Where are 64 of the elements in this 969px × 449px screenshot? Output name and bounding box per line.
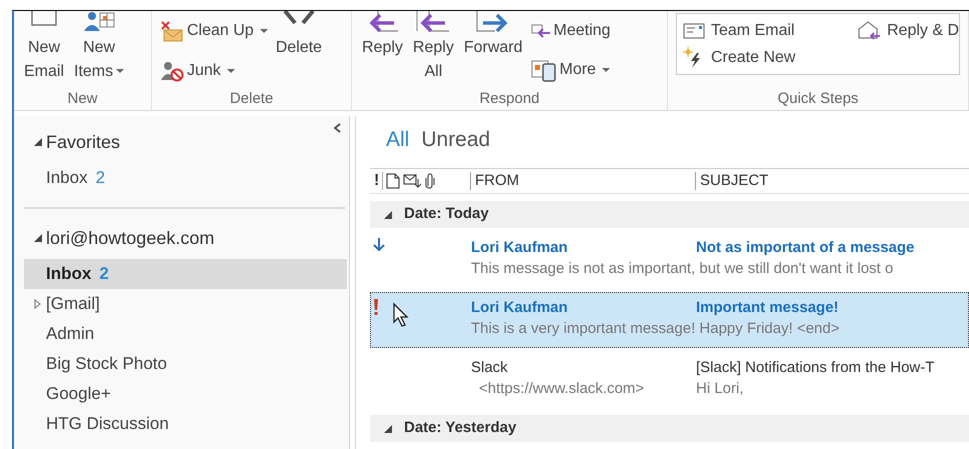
document-icon bbox=[386, 173, 400, 189]
quick-step-button[interactable]: Reply & D bbox=[857, 17, 960, 44]
group-label: New bbox=[67, 90, 98, 108]
ribbon-button[interactable]: New Email bbox=[22, 11, 66, 90]
sender-name: Lori Kaufman bbox=[471, 239, 568, 256]
group-label: Quick Steps bbox=[778, 90, 858, 108]
filter-tab[interactable]: Unread bbox=[421, 124, 490, 156]
group-header[interactable]: Date: Yesterday bbox=[370, 415, 969, 442]
folder-item[interactable]: Admin bbox=[24, 319, 347, 349]
person-block-icon bbox=[160, 60, 184, 82]
folder-item[interactable]: Google+ bbox=[24, 379, 347, 409]
column-header[interactable]: SUBJECT bbox=[700, 172, 768, 189]
message-subject: Important message! bbox=[696, 299, 839, 316]
column-header[interactable]: FROM bbox=[475, 172, 520, 189]
unread-count: 2 bbox=[99, 263, 109, 286]
delete-x-icon bbox=[282, 11, 315, 25]
folder-item[interactable]: Inbox 2 bbox=[24, 163, 347, 193]
sender-name: Lori Kaufman bbox=[471, 299, 568, 316]
folder-item[interactable]: HTG Discussion bbox=[24, 409, 347, 439]
filter-tab[interactable]: All bbox=[386, 124, 410, 156]
message-preview: Hi Lori, bbox=[696, 380, 744, 397]
people-calendar-icon bbox=[82, 11, 116, 33]
ribbon-button[interactable]: Reply bbox=[360, 11, 405, 90]
mouse-cursor-icon bbox=[392, 302, 410, 328]
message-row[interactable]: Lori Kaufman Not as important of a message This message is not as important, but we still don't want it lost o bbox=[370, 232, 969, 288]
ribbon-button[interactable]: Reply All bbox=[410, 11, 456, 90]
folder-item[interactable]: Inbox 2 bbox=[24, 259, 347, 289]
message-preview: This is a very important message! Happy Friday! <end> bbox=[471, 319, 840, 339]
importance-header[interactable]: ! bbox=[374, 172, 384, 190]
sender-address: <https://www.slack.com> bbox=[479, 380, 644, 397]
ribbon-button[interactable]: Forward bbox=[462, 11, 524, 90]
message-row[interactable]: Slack [Slack] Notifications from the How-T <https://www.slack.com> Hi Lori, bbox=[370, 352, 969, 408]
reply-all-arrow-icon bbox=[415, 11, 452, 35]
section-header[interactable]: Favorites bbox=[24, 129, 120, 155]
quick-step-button[interactable]: Create New bbox=[683, 44, 851, 71]
ribbon-button[interactable]: Delete bbox=[274, 11, 324, 90]
group-header[interactable]: Date: Today bbox=[370, 201, 969, 228]
ribbon-button[interactable]: Meeting bbox=[530, 12, 610, 42]
ribbon-button[interactable]: Clean Up bbox=[160, 12, 268, 42]
expand-triangle-icon bbox=[34, 299, 41, 309]
ribbon-button[interactable]: Junk bbox=[160, 52, 268, 82]
quick-step-button[interactable]: Team Email bbox=[683, 17, 851, 44]
paperclip-icon bbox=[424, 173, 436, 189]
envelope-x-icon bbox=[160, 20, 184, 42]
envelope-icon bbox=[683, 22, 705, 38]
group-label: Delete bbox=[230, 90, 274, 108]
phone-window-icon bbox=[530, 58, 556, 82]
envelope-icon bbox=[30, 11, 58, 29]
message-row[interactable]: Lori Kaufman Important message! This is a very important message! Happy Friday! <end> bbox=[370, 292, 969, 348]
envelope-arrow-icon bbox=[857, 20, 881, 40]
meeting-reply-icon bbox=[530, 24, 550, 38]
group-label: Respond bbox=[479, 90, 540, 108]
folder-item[interactable]: Big Stock Photo bbox=[24, 349, 347, 379]
folder-item[interactable]: [Gmail] bbox=[24, 289, 347, 319]
ribbon-button[interactable]: New Items bbox=[72, 11, 126, 90]
unread-count: 2 bbox=[96, 167, 106, 190]
envelope-arrow-icon bbox=[403, 173, 422, 189]
sender-name: Slack bbox=[471, 359, 508, 376]
ribbon-button[interactable]: More bbox=[530, 50, 610, 82]
section-header[interactable]: lori@howtogeek.com bbox=[24, 225, 214, 251]
message-subject: [Slack] Notifications from the How-T bbox=[696, 359, 934, 376]
message-subject: Not as important of a message bbox=[696, 239, 914, 256]
collapse-chevron-icon[interactable] bbox=[333, 123, 341, 133]
message-preview: This message is not as important, but we still don't want it lost o bbox=[471, 259, 894, 279]
